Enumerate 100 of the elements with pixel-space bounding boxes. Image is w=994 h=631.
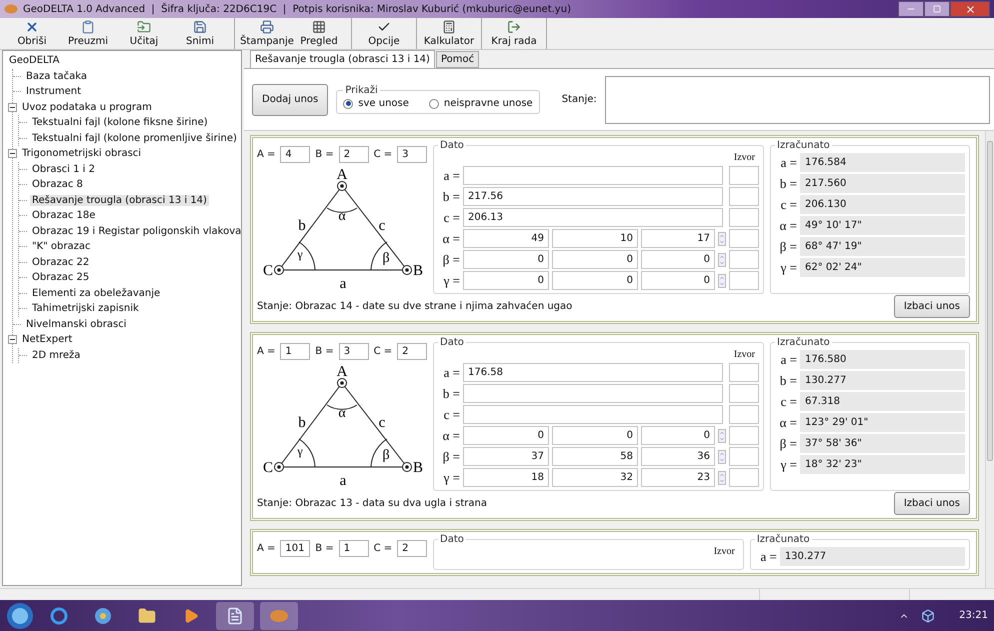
input-field[interactable]: 0	[641, 426, 715, 445]
spinner-icon[interactable]	[718, 470, 726, 484]
input-field[interactable]: 49	[463, 229, 549, 248]
tree-item[interactable]: Tekstualni fajl (kolone promenljive širine)	[30, 132, 239, 144]
input-field[interactable]: 0	[641, 271, 715, 290]
spinner-icon[interactable]	[718, 274, 726, 288]
param-field[interactable]: 2	[397, 342, 427, 360]
param-field[interactable]: 2	[338, 146, 369, 162]
spinner-icon[interactable]	[718, 252, 726, 266]
minimize-button[interactable]	[898, 1, 924, 17]
source-field[interactable]	[729, 426, 759, 445]
expander-icon[interactable]	[8, 149, 17, 158]
input-field[interactable]	[463, 405, 723, 424]
toolbar-button[interactable]: Štampanje	[241, 18, 293, 49]
input-field[interactable]	[463, 166, 723, 185]
toolbar-button[interactable]: Obriši	[4, 18, 60, 49]
tree-item[interactable]: Elementi za obeležavanje	[30, 288, 162, 299]
input-field[interactable]: 0	[552, 250, 638, 269]
input-field[interactable]: 0	[641, 250, 715, 269]
expander-icon[interactable]	[8, 335, 17, 344]
source-field[interactable]	[729, 250, 759, 269]
input-field[interactable]: 10	[552, 229, 638, 248]
source-field[interactable]	[729, 271, 759, 290]
toolbar-button[interactable]: Kraj rada	[488, 18, 540, 49]
source-field[interactable]	[729, 363, 759, 382]
param-field[interactable]: 3	[397, 146, 427, 162]
tree-item[interactable]: Obrazac 8	[30, 179, 85, 190]
param-field[interactable]: 1	[338, 540, 369, 556]
tree-item[interactable]: 2D mreža	[30, 350, 82, 361]
tree-item[interactable]: Tahimetrijski zapisnik	[30, 303, 141, 314]
toolbar-button[interactable]: Pregled	[293, 18, 345, 49]
input-field[interactable]: 0	[463, 250, 549, 269]
tree-item[interactable]: Instrument	[24, 86, 84, 98]
tree-item[interactable]: Tekstualni fajl (kolone fiksne širine)	[30, 117, 210, 128]
tree-item[interactable]: "K" obrazac	[30, 241, 93, 252]
toolbar-button[interactable]: Učitaj	[116, 18, 172, 49]
source-field[interactable]	[729, 447, 759, 466]
app-icon[interactable]	[260, 602, 298, 630]
input-field[interactable]: 176.58	[463, 363, 723, 382]
tree-root[interactable]: GeoDELTA	[7, 55, 62, 66]
input-field[interactable]: 36	[641, 447, 715, 466]
source-field[interactable]	[729, 229, 759, 248]
input-field[interactable]: 0	[463, 426, 549, 445]
source-field[interactable]	[729, 208, 759, 227]
toolbar-button[interactable]: Preuzmi	[60, 18, 116, 49]
variable-label: α =	[442, 230, 460, 246]
tree-item[interactable]: Obrazac 19 i Registar poligonskih vlakova	[30, 226, 241, 237]
input-field[interactable]: 37	[463, 447, 549, 466]
tree-item[interactable]: Obrasci 1 i 2	[30, 164, 97, 175]
start-button[interactable]	[6, 602, 34, 630]
source-field[interactable]	[729, 166, 759, 185]
box-icon[interactable]	[921, 608, 936, 622]
toolbar-button[interactable]: Kalkulator	[423, 18, 475, 49]
source-field[interactable]	[729, 384, 759, 403]
tree-item[interactable]: Uvoz podataka u program	[20, 102, 154, 113]
input-field[interactable]: 32	[552, 468, 638, 487]
tab[interactable]: Rešavanje trougla (obrasci 13 i 14)	[250, 50, 435, 68]
input-field[interactable]: 0	[552, 271, 638, 290]
param-field[interactable]: 101	[280, 540, 310, 556]
document-icon[interactable]	[216, 602, 254, 630]
input-field[interactable]: 206.13	[463, 208, 723, 227]
tree-item[interactable]: Obrazac 25	[30, 272, 92, 284]
tree-item[interactable]: Baza tačaka	[24, 70, 89, 82]
param-field[interactable]: 3	[338, 342, 369, 360]
toolbar-button[interactable]: Opcije	[358, 18, 410, 49]
tab[interactable]: Pomoć	[436, 51, 480, 68]
remove-button[interactable]: Izbaci unos	[894, 492, 970, 515]
radio-button[interactable]	[343, 98, 354, 108]
source-field[interactable]	[729, 468, 759, 487]
input-field[interactable]: 23	[641, 468, 715, 487]
maximize-button[interactable]	[924, 1, 950, 17]
input-field[interactable]	[463, 384, 723, 403]
tree-item[interactable]: Obrazac 22	[30, 256, 92, 268]
input-field[interactable]: 0	[552, 426, 638, 445]
remove-button[interactable]: Izbaci unos	[894, 295, 970, 318]
tree-item[interactable]: NetExpert	[20, 334, 74, 346]
param-field[interactable]: 1	[280, 342, 310, 360]
state-field[interactable]	[604, 76, 990, 124]
add-entry-button[interactable]: Dodaj unos	[252, 84, 328, 116]
input-field[interactable]: 58	[552, 447, 638, 466]
tree-item[interactable]: Nivelmanski obrasci	[24, 318, 128, 330]
close-button[interactable]	[950, 1, 990, 17]
radio-button[interactable]	[428, 98, 439, 108]
expander-icon[interactable]	[8, 102, 17, 112]
input-field[interactable]: 217.56	[463, 187, 723, 206]
source-field[interactable]	[729, 187, 759, 206]
tree-item[interactable]: Obrazac 18e	[30, 210, 98, 222]
tree-item[interactable]: Trigonometrijski obrasci	[20, 148, 144, 160]
toolbar-button[interactable]: Snimi	[172, 18, 228, 49]
param-field[interactable]: 4	[280, 146, 310, 162]
source-field[interactable]	[729, 405, 759, 424]
tree-item[interactable]: Rešavanje trougla (obrasci 13 i 14)	[30, 194, 209, 206]
input-field[interactable]: 18	[463, 468, 549, 487]
param-field[interactable]: 2	[397, 540, 427, 556]
input-field[interactable]: 17	[641, 229, 715, 248]
scrollbar[interactable]	[985, 131, 994, 588]
spinner-icon[interactable]	[718, 428, 726, 442]
spinner-icon[interactable]	[718, 450, 726, 464]
input-field[interactable]: 0	[463, 271, 549, 290]
spinner-icon[interactable]	[718, 232, 726, 246]
